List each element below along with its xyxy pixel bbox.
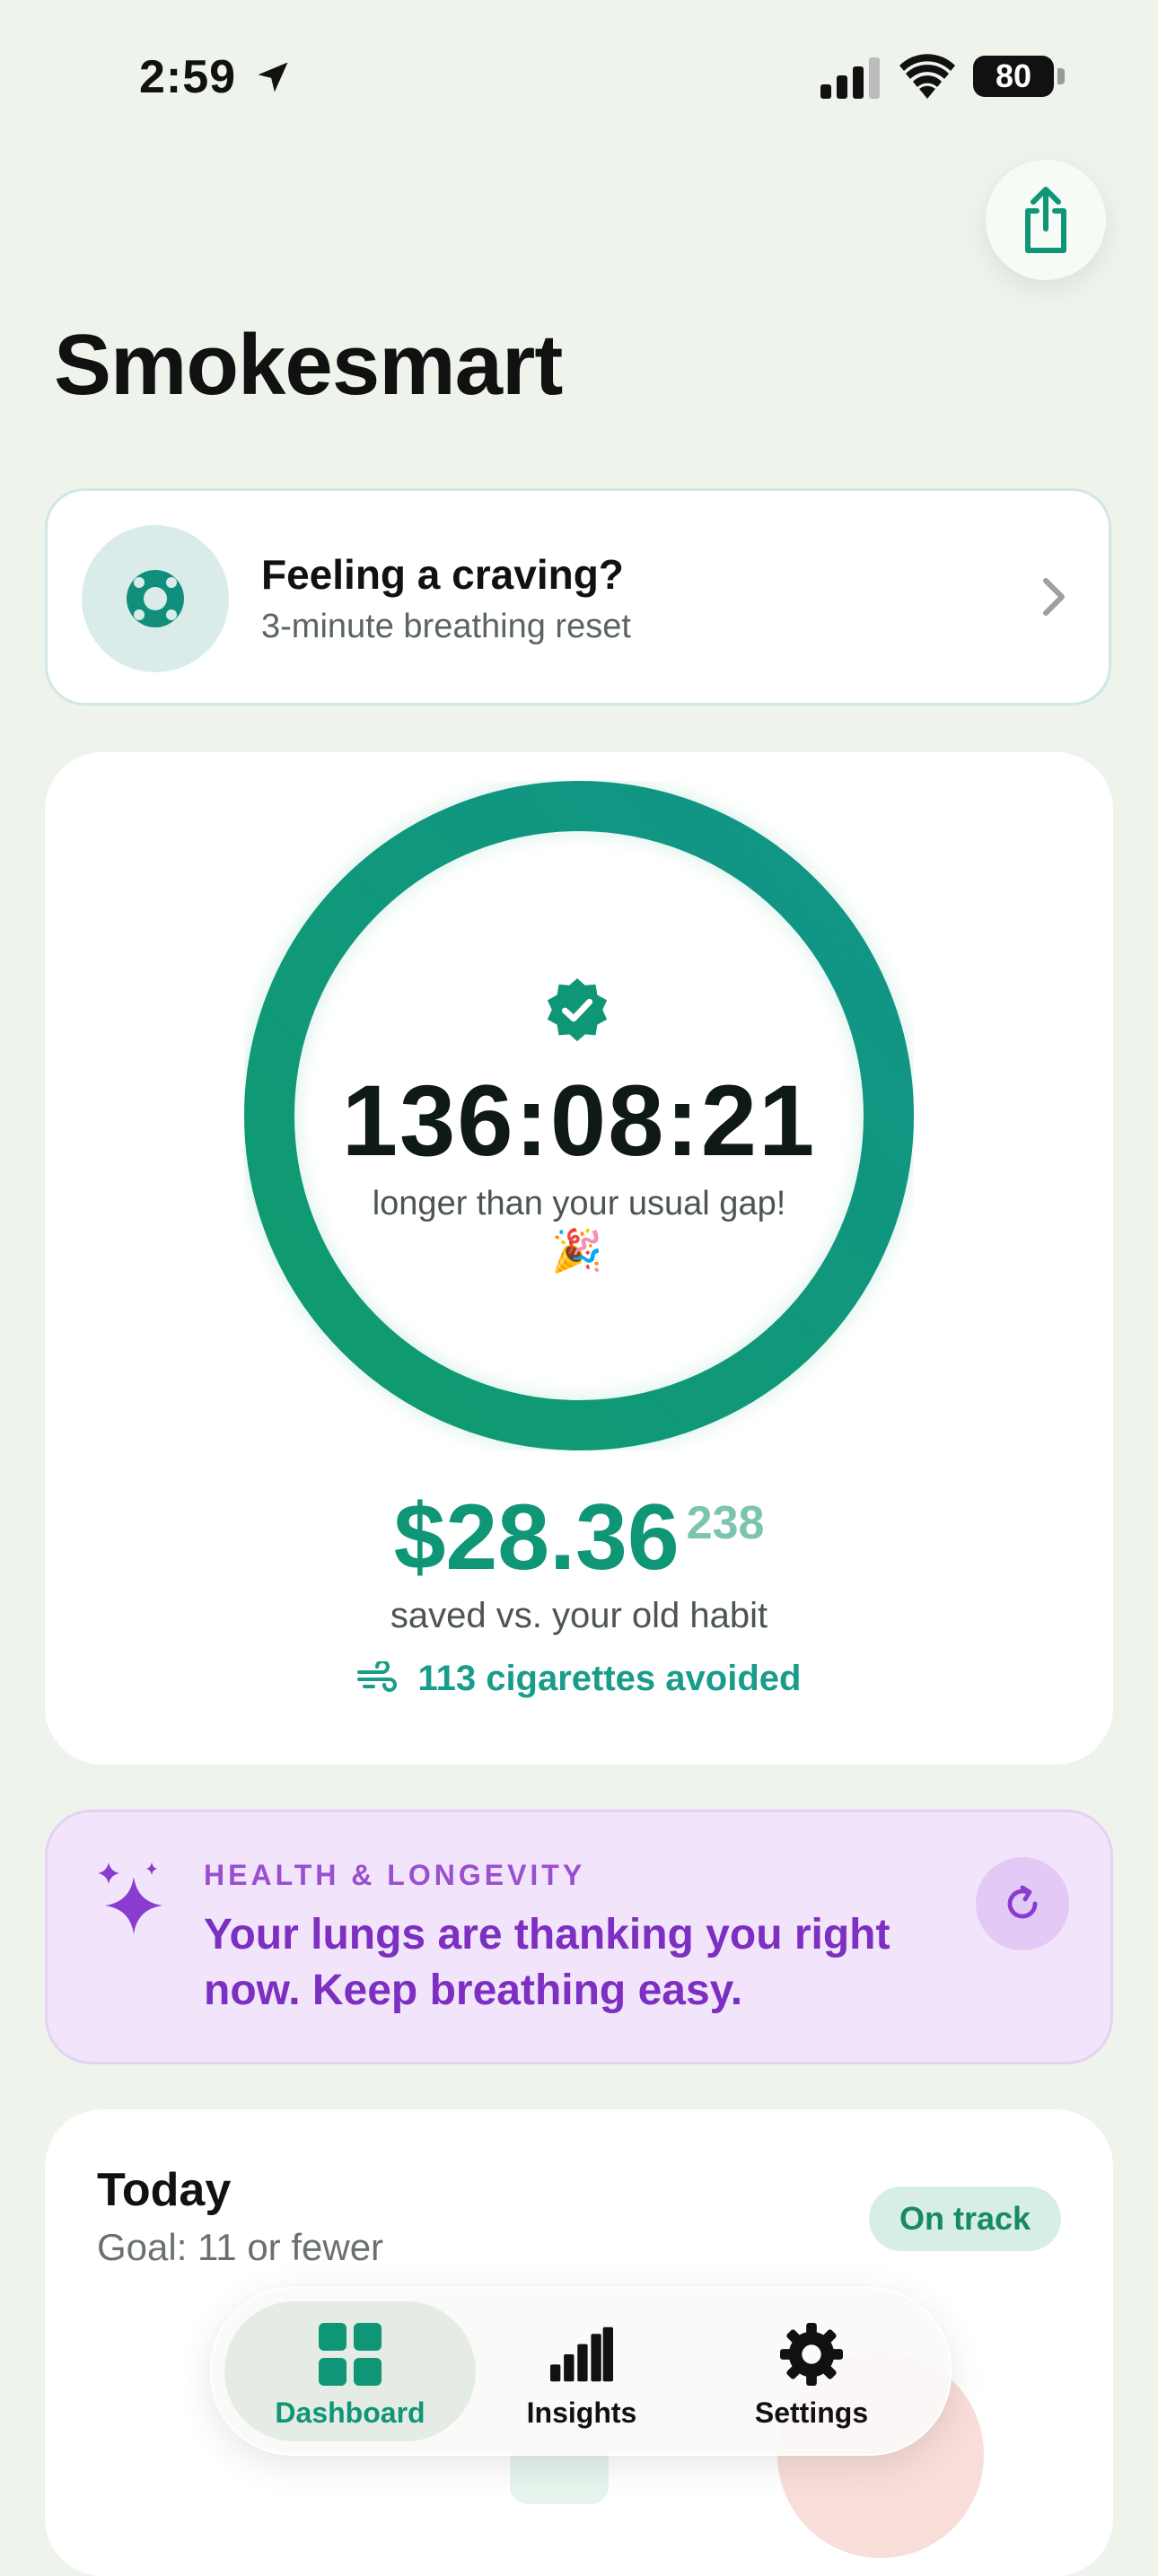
money-saved-amount: $28.36: [393, 1485, 680, 1590]
status-time: 2:59: [139, 51, 237, 103]
wind-icon: [356, 1661, 397, 1692]
share-button[interactable]: [986, 160, 1106, 280]
money-saved-caption: saved vs. your old habit: [390, 1596, 768, 1635]
chevron-right-icon: [1043, 578, 1065, 616]
grid-icon: [319, 2323, 382, 2386]
cigarettes-avoided-label: 113 cigarettes avoided: [417, 1659, 802, 1698]
tab-bar: Dashboard Insights Settings: [210, 2287, 952, 2456]
health-message: Your lungs are thanking you right now. K…: [204, 1911, 890, 2014]
today-goal: Goal: 11 or fewer: [97, 2226, 384, 2268]
gear-icon: [780, 2323, 843, 2386]
craving-subtitle: 3-minute breathing reset: [261, 608, 631, 645]
tab-label: Dashboard: [275, 2396, 425, 2429]
cigarettes-avoided: 113 cigarettes avoided: [45, 1659, 1113, 1699]
timer-card: 136:08:21 longer than your usual gap! 🎉 …: [45, 752, 1113, 1765]
cellular-signal-icon: [820, 57, 880, 99]
location-arrow-icon: [258, 62, 288, 92]
tab-label: Settings: [754, 2396, 869, 2429]
health-card: HEALTH & LONGEVITY Your lungs are thanki…: [45, 1809, 1113, 2064]
page-title: Smokesmart: [54, 317, 563, 413]
wifi-icon: [899, 54, 955, 99]
tab-insights[interactable]: Insights: [456, 2301, 707, 2441]
status-badge: On track: [869, 2186, 1061, 2251]
verified-badge-icon: [547, 977, 608, 1042]
craving-title: Feeling a craving?: [261, 551, 624, 598]
party-popper-icon: 🎉: [551, 1227, 603, 1274]
tab-dashboard[interactable]: Dashboard: [224, 2301, 476, 2441]
refresh-icon: [1007, 1885, 1038, 1919]
timer-caption: longer than your usual gap!: [372, 1185, 786, 1222]
today-title: Today: [97, 2164, 232, 2216]
status-bar: 2:59 80: [0, 0, 1158, 153]
money-saved: $28.36 238: [45, 1485, 1113, 1591]
refresh-button[interactable]: [976, 1857, 1069, 1950]
share-icon: [1025, 187, 1066, 253]
tab-settings[interactable]: Settings: [686, 2301, 937, 2441]
lifebuoy-icon: [82, 525, 229, 672]
craving-card[interactable]: Feeling a craving? 3-minute breathing re…: [45, 488, 1111, 705]
sparkles-icon: [98, 1862, 162, 1934]
tab-label: Insights: [526, 2396, 637, 2429]
health-tag: HEALTH & LONGEVITY: [204, 1859, 586, 1891]
bar-chart-icon: [550, 2326, 613, 2382]
money-saved-fraction: 238: [686, 1497, 765, 1549]
elapsed-timer: 136:08:21: [341, 1065, 817, 1177]
battery-indicator: 80: [973, 56, 1065, 97]
